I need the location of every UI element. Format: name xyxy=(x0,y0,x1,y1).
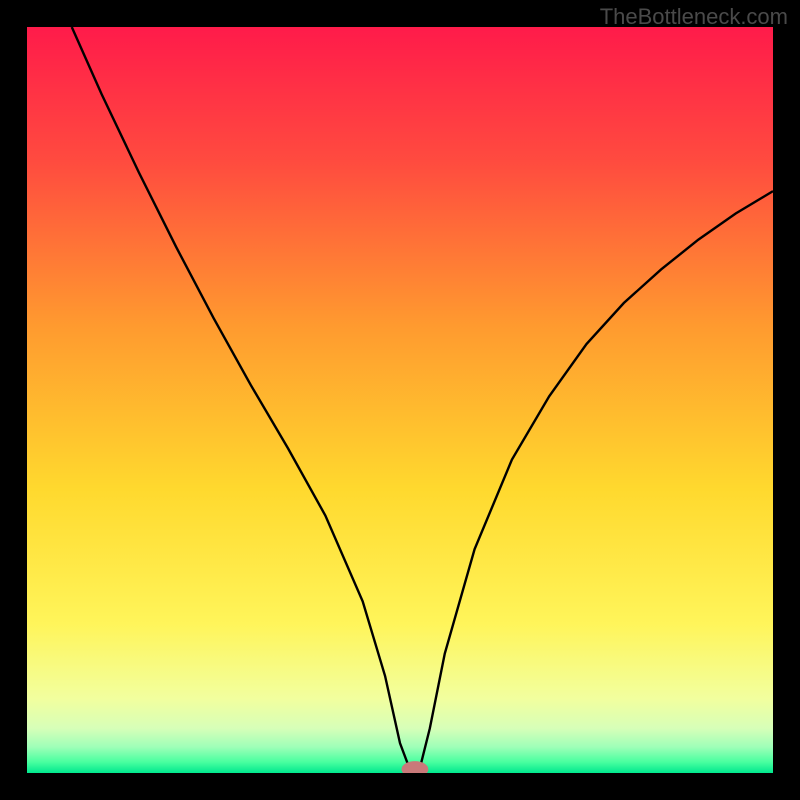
watermark-text: TheBottleneck.com xyxy=(600,4,788,30)
bottleneck-chart xyxy=(27,27,773,773)
plot-frame xyxy=(27,27,773,773)
chart-background xyxy=(27,27,773,773)
